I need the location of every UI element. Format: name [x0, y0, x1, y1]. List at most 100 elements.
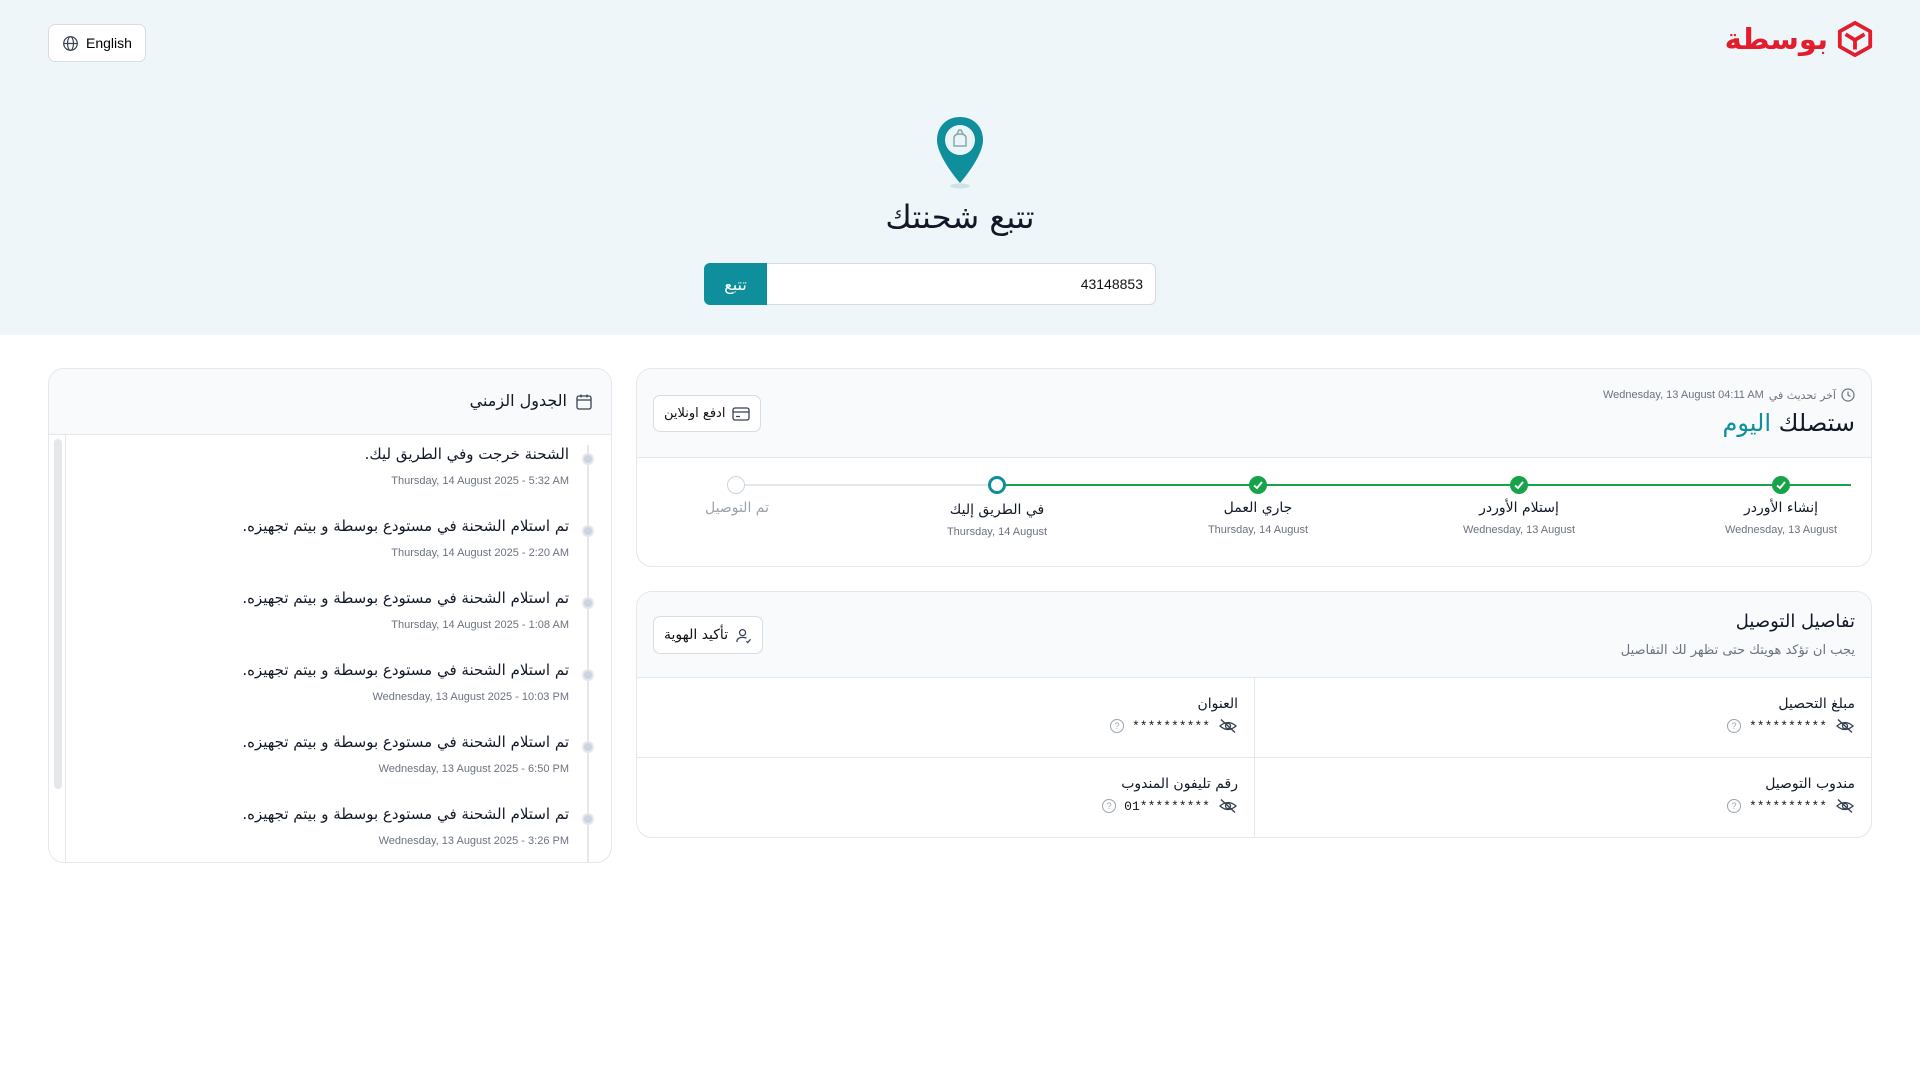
pay-online-button[interactable]: ادفع اونلاين: [653, 395, 762, 432]
detail-label: رقم تليفون المندوب: [1121, 776, 1238, 792]
timeline-item-text: الشحنة خرجت وفي الطريق ليك.: [364, 445, 569, 463]
step-label: جاري العمل: [1223, 500, 1293, 516]
brand-logo-icon: [1837, 20, 1873, 58]
pay-online-label: ادفع اونلاين: [664, 406, 726, 421]
timeline-item-date: Wednesday, 13 August 2025 - 6:50 PM: [378, 763, 569, 775]
eta-title: ستصلك اليوم: [1723, 409, 1855, 437]
masked-value: **********: [1748, 718, 1827, 734]
step-complete-icon: [1249, 476, 1267, 494]
step-label: إستلام الأوردر: [1479, 500, 1559, 516]
timeline-item: تم استلام الشحنة في مستودع بوسطة و بيتم …: [69, 733, 569, 775]
location-pin-icon: [937, 117, 983, 189]
credit-card-icon: [732, 406, 751, 421]
timeline-item-date: Wednesday, 13 August 2025 - 3:26 PM: [378, 835, 569, 847]
details-grid: مبلغ التحصيل ********** ? العنوان ******…: [637, 678, 1871, 837]
timeline-dot: [582, 813, 594, 825]
language-button[interactable]: English: [48, 24, 146, 62]
timeline-item: تم استلام الشحنة في مستودع بوسطة و بيتم …: [69, 805, 569, 847]
timeline-header: الجدول الزمني: [49, 369, 611, 435]
masked-value: **********: [1131, 718, 1210, 734]
masked-value: **********: [1748, 798, 1827, 814]
timeline-item: الشحنة خرجت وفي الطريق ليك. Thursday, 14…: [69, 445, 569, 487]
step-label: إنشاء الأوردر: [1744, 500, 1818, 516]
eta-accent: اليوم: [1722, 409, 1772, 437]
help-icon[interactable]: ?: [1726, 719, 1741, 733]
detail-value: 01********* ?: [1102, 798, 1238, 814]
status-header: آخر تحديث في Wednesday, 13 August 04:11 …: [637, 369, 1871, 458]
clock-icon: [1841, 388, 1855, 402]
brand-logo[interactable]: بوسطة: [1725, 20, 1874, 58]
step-complete-icon: [1772, 476, 1790, 494]
verify-identity-label: تأكيد الهوية: [664, 627, 729, 643]
delivery-details-card: تفاصيل التوصيل يجب ان تؤكد هويتك حتى تظه…: [636, 591, 1872, 838]
detail-amount: مبلغ التحصيل ********** ?: [1254, 678, 1871, 758]
eye-off-icon[interactable]: [1835, 718, 1855, 734]
detail-value: ********** ?: [1109, 718, 1238, 734]
detail-label: العنوان: [1197, 696, 1238, 712]
detail-address: العنوان ********** ?: [637, 678, 1254, 758]
step-date: Wednesday, 13 August: [1724, 524, 1838, 536]
details-title: تفاصيل التوصيل: [1735, 611, 1855, 632]
help-icon[interactable]: ?: [1102, 799, 1117, 813]
step-date: Thursday, 14 August: [946, 526, 1048, 538]
help-icon[interactable]: ?: [1726, 799, 1741, 813]
stepper-line-pending: [729, 484, 990, 486]
masked-value: 01*********: [1124, 798, 1210, 814]
timeline-item-text: تم استلام الشحنة في مستودع بوسطة و بيتم …: [242, 661, 569, 679]
verify-identity-button[interactable]: تأكيد الهوية: [653, 616, 764, 654]
language-button-label: English: [86, 35, 132, 51]
step-date: Wednesday, 13 August: [1462, 524, 1576, 536]
delivery-status-card: آخر تحديث في Wednesday, 13 August 04:11 …: [636, 368, 1872, 567]
timeline-item-text: تم استلام الشحنة في مستودع بوسطة و بيتم …: [242, 589, 569, 607]
page-title: تتبع شحنتك: [885, 198, 1035, 236]
detail-label: مندوب التوصيل: [1765, 776, 1855, 792]
timeline-dot: [582, 525, 594, 537]
timeline-item-date: Thursday, 14 August 2025 - 1:08 AM: [391, 619, 569, 631]
globe-icon: [63, 35, 78, 51]
timeline-item-date: Wednesday, 13 August 2025 - 10:03 PM: [372, 691, 569, 703]
user-check-icon: [736, 628, 752, 643]
eye-off-icon[interactable]: [1835, 798, 1855, 814]
last-updated-label: آخر تحديث في: [1768, 388, 1836, 402]
help-icon[interactable]: ?: [1109, 719, 1124, 733]
detail-label: مبلغ التحصيل: [1778, 696, 1855, 712]
timeline-list: الشحنة خرجت وفي الطريق ليك. Thursday, 14…: [65, 435, 611, 862]
step-pending-icon: [727, 476, 745, 494]
calendar-icon: [576, 394, 592, 410]
eye-off-icon[interactable]: [1218, 798, 1238, 814]
timeline-item-text: تم استلام الشحنة في مستودع بوسطة و بيتم …: [242, 805, 569, 823]
timeline-dot: [582, 669, 594, 681]
tracking-form: تتبع: [704, 263, 1156, 305]
details-header: تفاصيل التوصيل يجب ان تؤكد هويتك حتى تظه…: [637, 592, 1871, 678]
progress-stepper: إنشاء الأوردر Wednesday, 13 August إستلا…: [637, 458, 1871, 566]
last-updated: آخر تحديث في Wednesday, 13 August 04:11 …: [1603, 388, 1855, 402]
stepper-line-complete: [990, 484, 1851, 486]
step-current-icon: [988, 476, 1006, 494]
timeline-item: تم استلام الشحنة في مستودع بوسطة و بيتم …: [69, 517, 569, 559]
timeline-dot: [582, 453, 594, 465]
track-button[interactable]: تتبع: [704, 263, 767, 305]
timeline-dot: [582, 597, 594, 609]
eta-prefix: ستصلك: [1778, 409, 1855, 437]
timeline-scrollbar[interactable]: [54, 439, 62, 789]
timeline-card: الجدول الزمني الشحنة خرجت وفي الطريق ليك…: [48, 368, 612, 863]
step-date: Thursday, 14 August: [1207, 524, 1309, 536]
timeline-item: تم استلام الشحنة في مستودع بوسطة و بيتم …: [69, 589, 569, 631]
timeline-item-date: Thursday, 14 August 2025 - 5:32 AM: [391, 475, 569, 487]
timeline-item-text: تم استلام الشحنة في مستودع بوسطة و بيتم …: [242, 517, 569, 535]
timeline-item-date: Thursday, 14 August 2025 - 2:20 AM: [391, 547, 569, 559]
timeline-item-text: تم استلام الشحنة في مستودع بوسطة و بيتم …: [242, 733, 569, 751]
detail-courier-phone: رقم تليفون المندوب 01********* ?: [637, 758, 1254, 837]
timeline-title: الجدول الزمني: [469, 391, 567, 410]
detail-value: ********** ?: [1726, 718, 1855, 734]
timeline-item: تم استلام الشحنة في مستودع بوسطة و بيتم …: [69, 661, 569, 703]
hero-section: بوسطة English تتبع شحنتك تتبع: [0, 0, 1920, 335]
timeline-track-line: [587, 445, 589, 862]
last-updated-value: Wednesday, 13 August 04:11 AM: [1603, 389, 1764, 401]
eye-off-icon[interactable]: [1218, 718, 1238, 734]
tracking-number-input[interactable]: [767, 263, 1156, 305]
step-complete-icon: [1510, 476, 1528, 494]
details-subtitle: يجب ان تؤكد هويتك حتى تظهر لك التفاصيل: [1620, 643, 1855, 658]
timeline-dot: [582, 741, 594, 753]
step-label: تم التوصيل: [705, 500, 769, 516]
